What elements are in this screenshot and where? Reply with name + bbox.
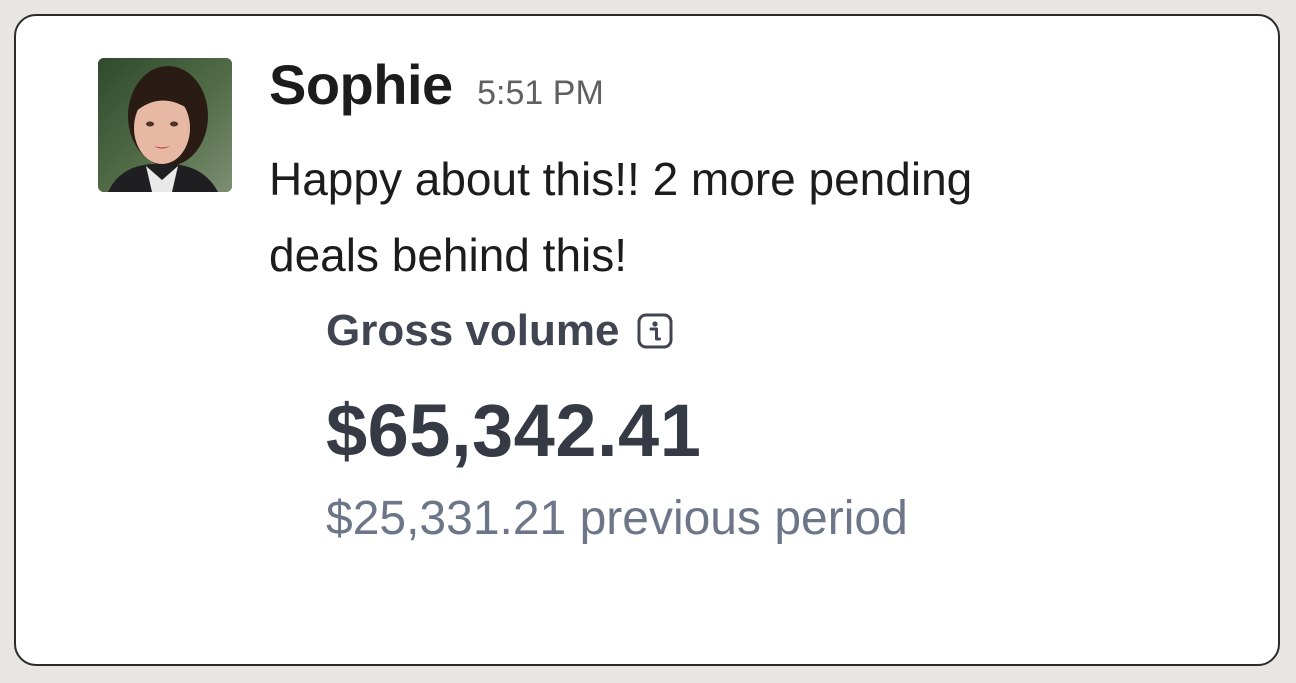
- previous-period-amount: $25,331.21 previous period: [326, 492, 908, 545]
- sender-name[interactable]: Sophie: [269, 53, 453, 116]
- message-header: Sophie 5:51 PM: [269, 52, 604, 117]
- avatar[interactable]: [98, 58, 232, 192]
- gross-volume-heading: Gross volume: [326, 306, 673, 356]
- message-card: Sophie 5:51 PM Happy about this!! 2 more…: [14, 14, 1280, 666]
- message-text: Happy about this!! 2 more pending deals …: [269, 153, 973, 281]
- message-timestamp[interactable]: 5:51 PM: [477, 74, 604, 112]
- gross-volume-amount: $65,342.41: [326, 389, 702, 472]
- info-icon[interactable]: [637, 313, 673, 349]
- gross-volume-label: Gross volume: [326, 306, 620, 355]
